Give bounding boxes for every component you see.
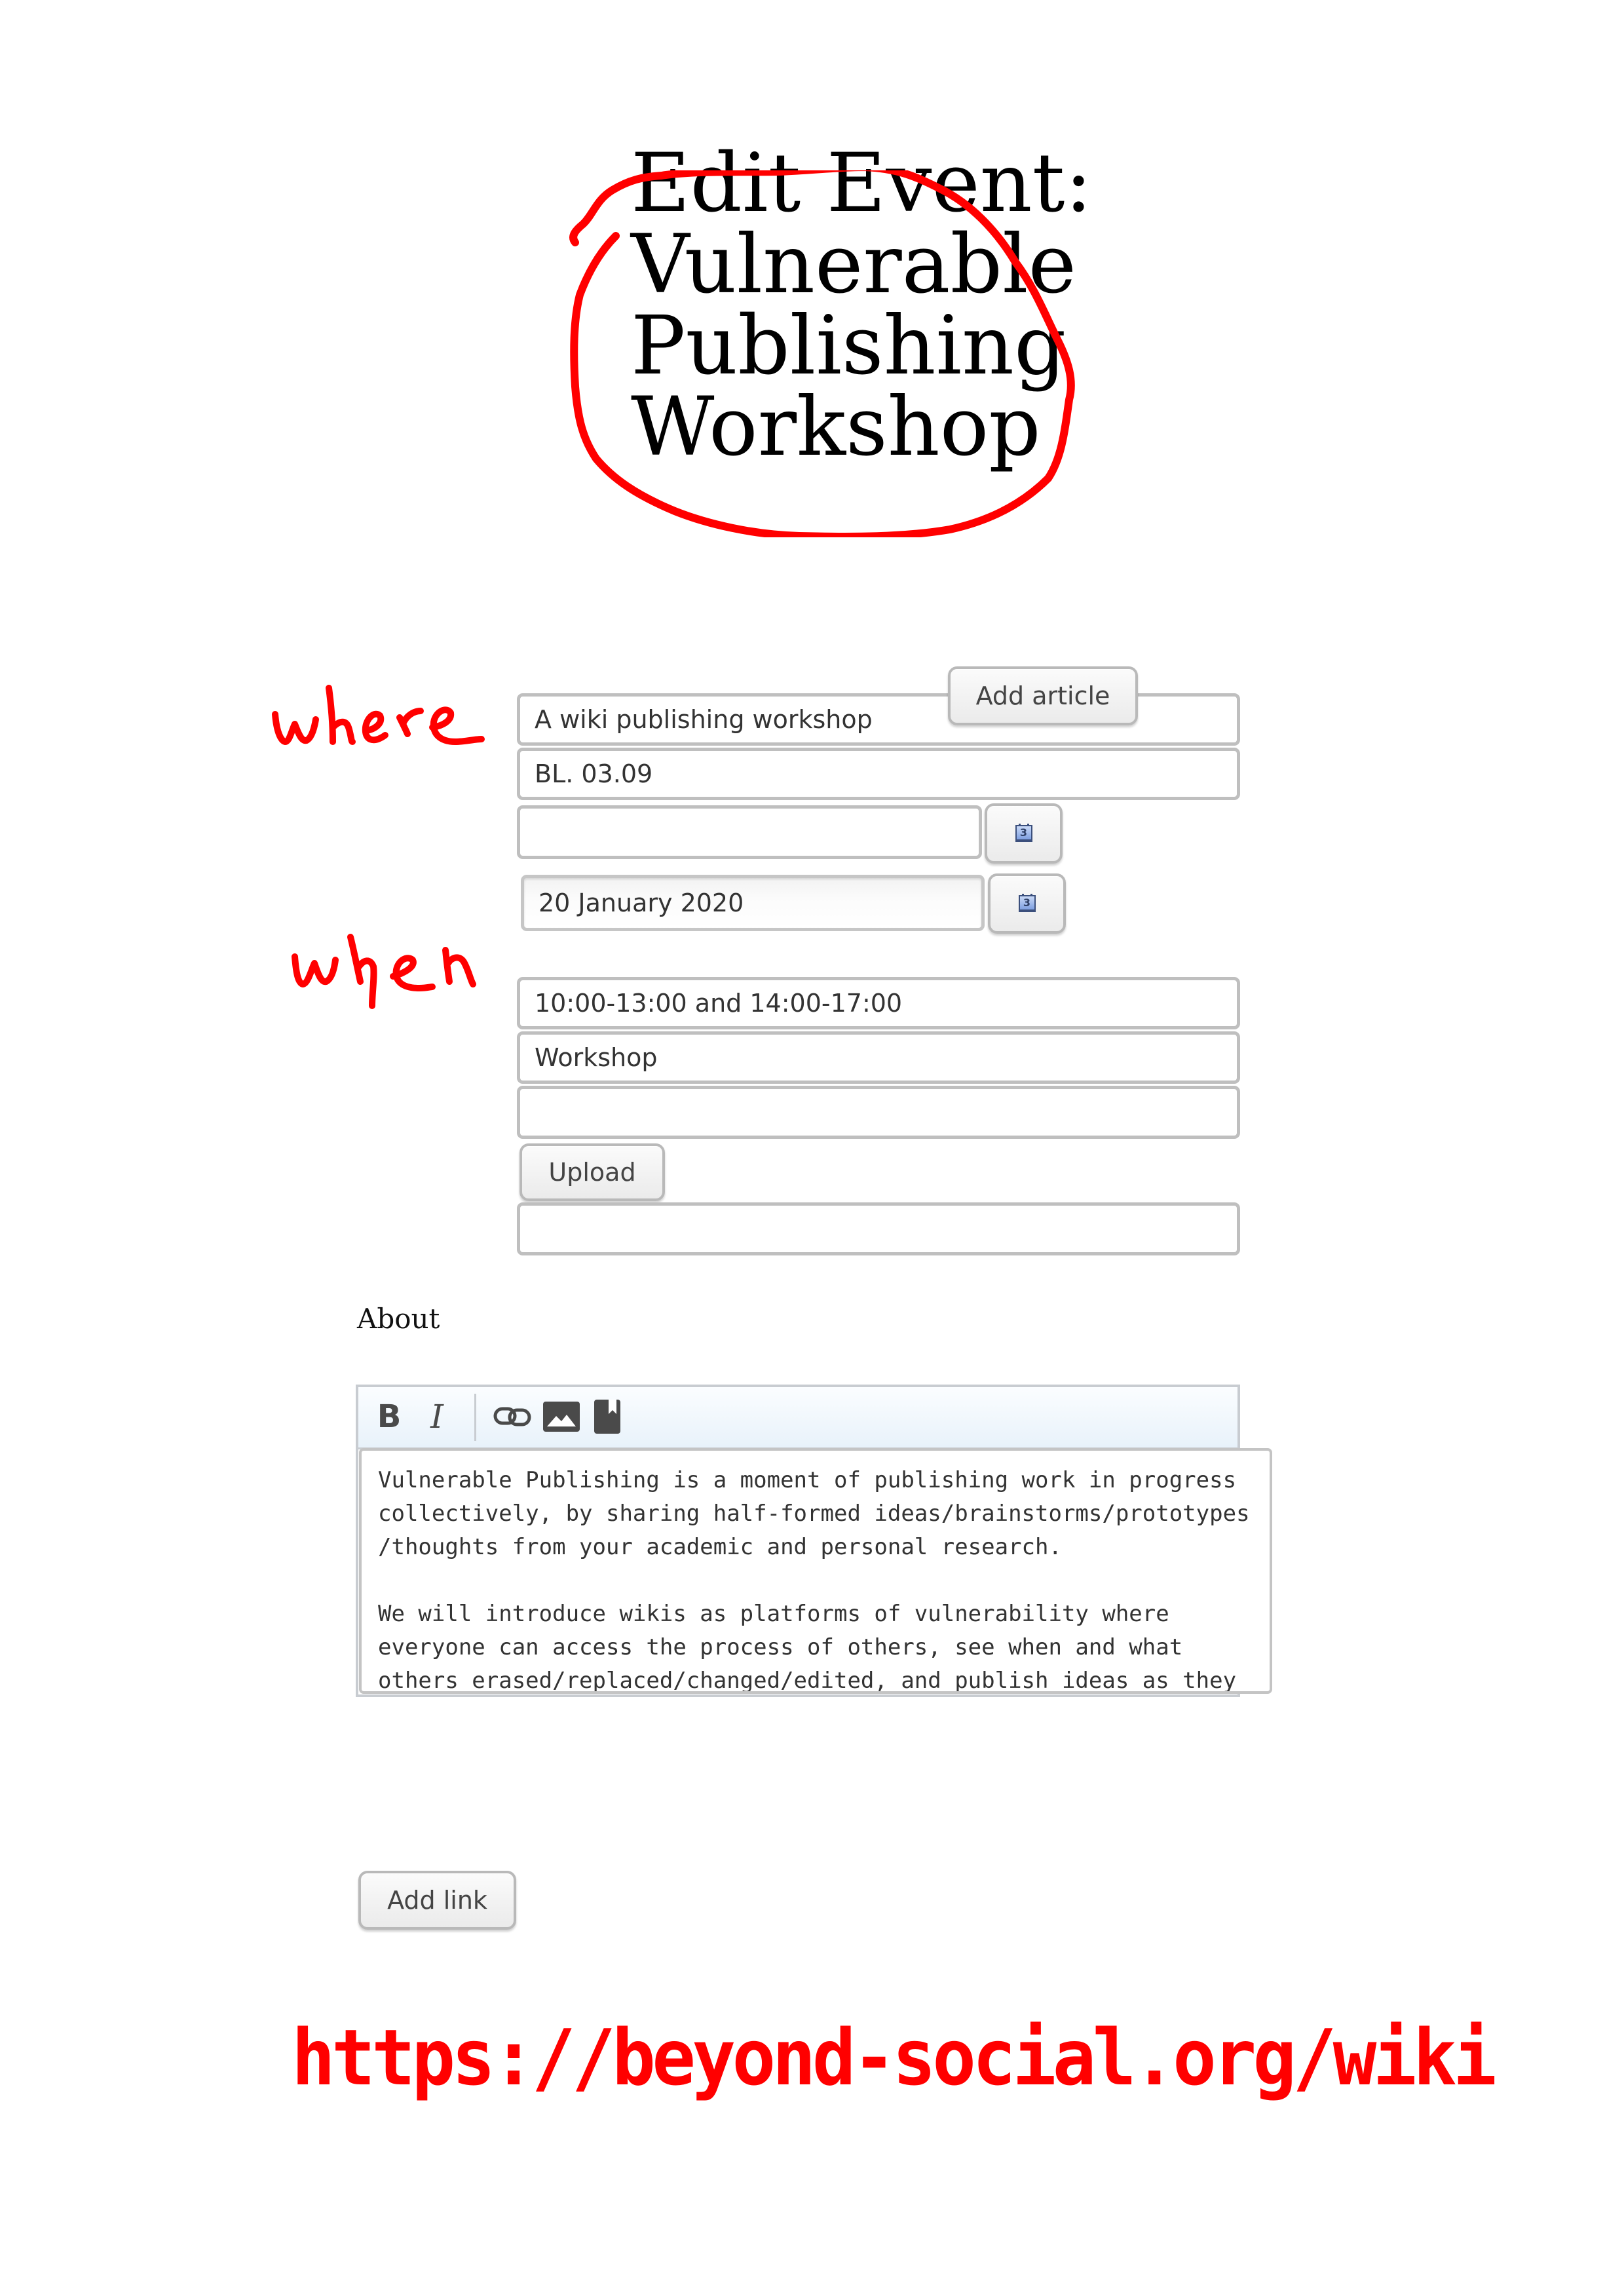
end-date-input[interactable]: 20 January 2020 — [521, 875, 985, 931]
cite-button[interactable] — [591, 1394, 624, 1440]
add-link-button[interactable]: Add link — [358, 1871, 516, 1930]
summary-value: A wiki publishing workshop — [535, 705, 873, 734]
add-link-label: Add link — [387, 1886, 487, 1915]
about-textarea[interactable]: Vulnerable Publishing is a moment of pub… — [359, 1448, 1272, 1694]
title-line: Publishing — [631, 299, 1067, 393]
url-annotation: https://beyond-social.org/wiki — [292, 2012, 1497, 2103]
where-annotation — [272, 685, 485, 745]
location-input[interactable]: BL. 03.09 — [517, 748, 1240, 800]
location-value: BL. 03.09 — [535, 759, 653, 788]
link-icon — [493, 1407, 531, 1426]
editor-toolbar: B I — [358, 1387, 1237, 1449]
time-value: 10:00-13:00 and 14:00-17:00 — [535, 989, 903, 1018]
start-date-calendar-button[interactable]: 3 — [985, 803, 1063, 864]
upload-button[interactable]: Upload — [519, 1143, 665, 1201]
toolbar-divider — [474, 1394, 476, 1441]
link-button[interactable] — [493, 1394, 532, 1440]
italic-button[interactable]: I — [421, 1394, 453, 1440]
type-value: Workshop — [535, 1043, 658, 1072]
add-article-button[interactable]: Add article — [948, 666, 1138, 725]
title-line: Workshop — [631, 380, 1041, 474]
time-input[interactable]: 10:00-13:00 and 14:00-17:00 — [517, 977, 1240, 1029]
page-title: Edit Event: Vulnerable Publishing Worksh… — [631, 143, 1220, 468]
image-icon — [543, 1402, 580, 1432]
image-button[interactable] — [542, 1394, 581, 1440]
bookmark-icon — [594, 1400, 620, 1434]
title-line: Edit Event: — [631, 136, 1093, 231]
start-date-input[interactable] — [517, 805, 982, 859]
extra-input[interactable] — [517, 1202, 1240, 1255]
about-label: About — [357, 1303, 440, 1335]
upload-label: Upload — [548, 1158, 636, 1187]
title-line: Vulnerable — [631, 218, 1077, 312]
add-article-label: Add article — [975, 681, 1110, 710]
italic-icon: I — [430, 1398, 444, 1436]
when-annotation — [292, 934, 476, 1009]
calendar-icon: 3 — [1015, 824, 1032, 842]
type-input[interactable]: Workshop — [517, 1031, 1240, 1084]
bold-button[interactable]: B — [373, 1394, 406, 1440]
calendar-icon: 3 — [1018, 894, 1036, 912]
end-date-calendar-button[interactable]: 3 — [988, 873, 1066, 934]
end-date-value: 20 January 2020 — [538, 889, 744, 917]
bold-icon: B — [377, 1398, 402, 1435]
image-input[interactable] — [517, 1086, 1240, 1139]
